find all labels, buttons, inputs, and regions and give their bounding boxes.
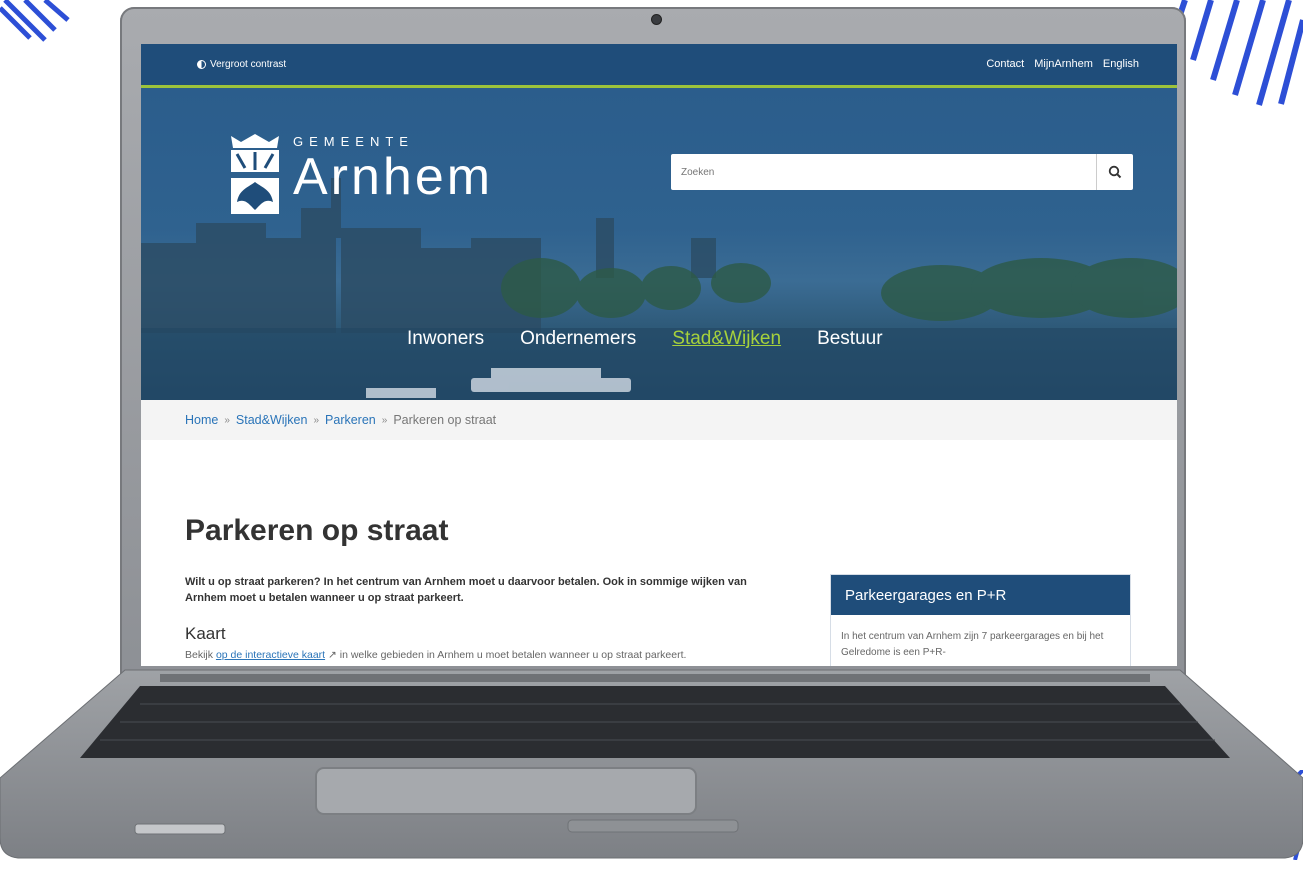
english-link[interactable]: English — [1103, 58, 1139, 70]
sidebar-text: In het centrum van Arnhem zijn 7 parkeer… — [841, 631, 1104, 658]
contrast-icon — [197, 60, 206, 69]
decorative-stripes-top-left — [0, 0, 70, 42]
breadcrumb-home[interactable]: Home — [185, 413, 218, 427]
nav-item-inwoners[interactable]: Inwoners — [407, 328, 484, 350]
interactive-map-link[interactable]: op de interactieve kaart — [216, 649, 325, 661]
kaart-text-after: in welke gebieden in Arnhem u moet betal… — [336, 649, 687, 661]
top-links: Contact MijnArnhem English — [986, 58, 1139, 70]
search-input[interactable] — [671, 154, 1096, 190]
section-title-kaart: Kaart — [185, 624, 226, 643]
main-navigation: Inwoners Ondernemers Stad&Wijken Bestuur — [407, 328, 883, 350]
mijnarnhem-link[interactable]: MijnArnhem — [1034, 58, 1093, 70]
contact-link[interactable]: Contact — [986, 58, 1024, 70]
breadcrumb-current: Parkeren op straat — [393, 413, 497, 427]
breadcrumb-separator-icon: » — [224, 414, 230, 426]
nav-item-stad-wijken[interactable]: Stad&Wijken — [672, 328, 781, 350]
contrast-label: Vergroot contrast — [210, 59, 287, 70]
search-button[interactable] — [1096, 154, 1133, 190]
top-utility-bar: Vergroot contrast Contact MijnArnhem Eng… — [141, 44, 1177, 88]
sidebar-panel: Parkeergarages en P+R In het centrum van… — [830, 574, 1131, 666]
laptop-base — [0, 669, 1303, 859]
logo[interactable]: GEMEENTE Arnhem — [227, 132, 493, 218]
search-bar — [671, 154, 1133, 190]
nav-item-ondernemers[interactable]: Ondernemers — [520, 328, 636, 350]
intro-text: Wilt u op straat parkeren? In het centru… — [185, 576, 747, 604]
logo-arnhem: Arnhem — [293, 148, 494, 206]
hero-banner: GEMEENTE Arnhem Inwoners Ondernemers Sta… — [141, 88, 1177, 400]
breadcrumb-stad-wijken[interactable]: Stad&Wijken — [236, 413, 308, 427]
decorative-stripes-top-right — [1173, 0, 1303, 106]
website-screen: Vergroot contrast Contact MijnArnhem Eng… — [141, 44, 1177, 666]
sidebar-title[interactable]: Parkeergarages en P+R — [831, 575, 1130, 615]
breadcrumb-separator-icon: » — [313, 414, 320, 426]
breadcrumb: Home » Stad&Wijken » Parkeren » Parkeren… — [141, 400, 1177, 440]
coat-of-arms-icon — [231, 134, 279, 214]
search-icon — [1108, 165, 1122, 179]
section-text-kaart: Bekijk op de interactieve kaart ↗ in wel… — [185, 649, 686, 661]
contrast-toggle[interactable]: Vergroot contrast — [197, 59, 286, 70]
breadcrumb-parkeren[interactable]: Parkeren — [325, 413, 376, 427]
kaart-text-before: Bekijk — [185, 649, 216, 661]
external-link-icon: ↗ — [325, 649, 337, 661]
webcam — [651, 14, 662, 25]
logo-gemeente: GEMEENTE — [293, 134, 414, 149]
page-title: Parkeren op straat — [185, 514, 449, 547]
nav-item-bestuur[interactable]: Bestuur — [817, 328, 882, 350]
breadcrumb-separator-icon: » — [381, 414, 388, 426]
